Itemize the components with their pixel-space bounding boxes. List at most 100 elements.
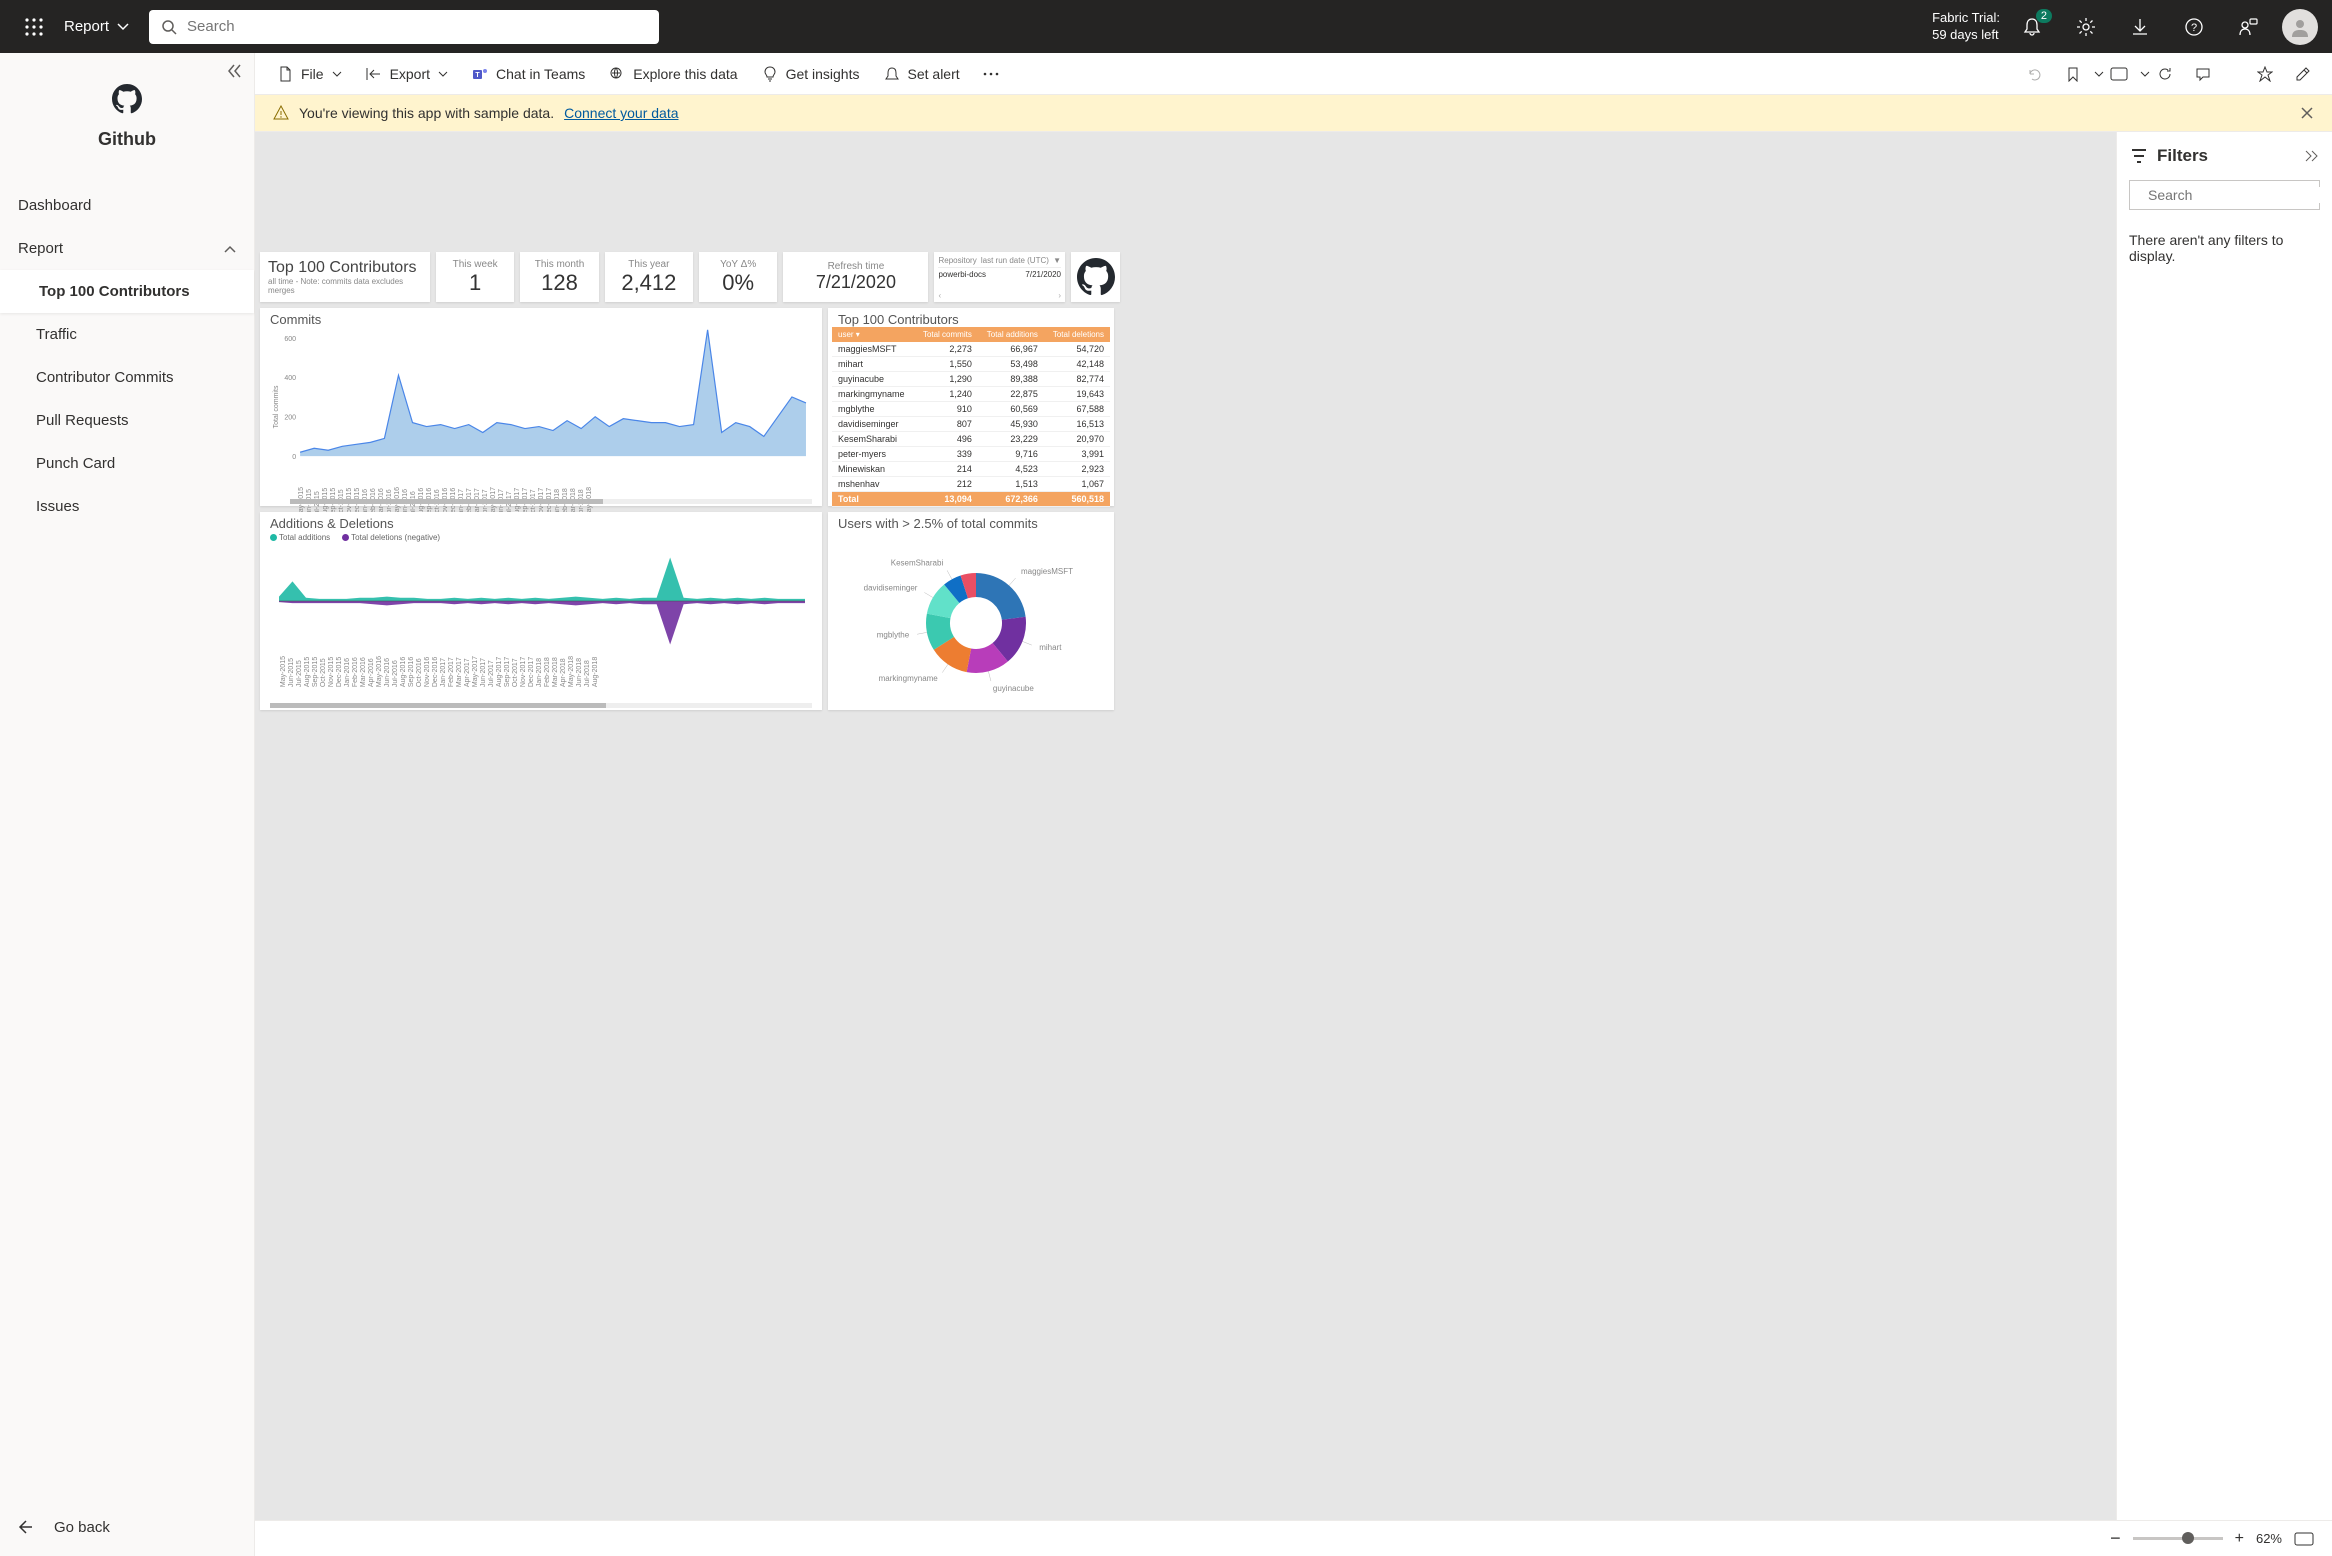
export-menu[interactable]: Export [356, 60, 458, 88]
global-search[interactable] [149, 10, 659, 44]
ad-legend: Total additions Total deletions (negativ… [270, 533, 812, 542]
kpi-refresh[interactable]: Refresh time7/21/2020 [783, 252, 928, 302]
content-area: File Export TChat in Teams Explore this … [255, 53, 2332, 1556]
report-title-card[interactable]: Top 100 Contributors all time - Note: co… [260, 252, 430, 302]
zoom-slider[interactable] [2133, 1537, 2223, 1540]
chat-teams-button[interactable]: TChat in Teams [462, 60, 595, 88]
pencil-icon [2295, 66, 2311, 82]
refresh-button[interactable] [2148, 57, 2182, 91]
lightbulb-icon [762, 66, 778, 82]
sidebar-item-dashboard[interactable]: Dashboard [0, 184, 254, 227]
chevron-down-icon [117, 21, 129, 33]
repo-info-card[interactable]: Repositorylast run date (UTC) ▼ powerbi-… [934, 252, 1065, 302]
person-icon [2289, 16, 2311, 38]
file-menu[interactable]: File [267, 60, 352, 88]
banner-text: You're viewing this app with sample data… [299, 105, 554, 121]
sidebar-item-top-100[interactable]: Top 100 Contributors [0, 270, 254, 313]
svg-text:KesemSharabi: KesemSharabi [891, 558, 944, 567]
view-button[interactable] [2102, 57, 2136, 91]
bookmark-button[interactable] [2056, 57, 2090, 91]
trial-status[interactable]: Fabric Trial: 59 days left [1932, 10, 2000, 43]
gear-icon [2076, 17, 2096, 37]
status-bar: − + 62% [255, 1520, 2332, 1556]
additions-deletions-chart[interactable]: Additions & Deletions Total additions To… [260, 512, 822, 710]
fit-page-button[interactable] [2294, 1532, 2314, 1546]
svg-text:Total commits: Total commits [273, 385, 280, 428]
github-logo-card[interactable] [1071, 252, 1120, 302]
workspace-dropdown[interactable]: Report [64, 18, 129, 35]
alert-button[interactable]: Set alert [874, 60, 970, 88]
filters-search-input[interactable] [2148, 187, 2329, 203]
search-input[interactable] [187, 18, 647, 35]
settings-button[interactable] [2066, 7, 2106, 47]
sidebar-item-issues[interactable]: Issues [0, 485, 254, 528]
filters-search[interactable] [2129, 180, 2320, 210]
github-icon [112, 84, 142, 114]
sidebar-item-traffic[interactable]: Traffic [0, 313, 254, 356]
favorite-button[interactable] [2248, 57, 2282, 91]
go-back-button[interactable]: Go back [0, 1498, 254, 1556]
account-avatar[interactable] [2282, 9, 2318, 45]
edit-button[interactable] [2286, 57, 2320, 91]
collapse-sidebar-button[interactable] [226, 63, 242, 79]
donut-chart[interactable]: Users with > 2.5% of total commits maggi… [828, 512, 1114, 710]
ad-x-axis: May-2015Jun-2015Jul-2015Aug-2015Sep-2015… [280, 656, 812, 687]
help-button[interactable]: ? [2174, 7, 2214, 47]
donut-svg: maggiesMSFTmihartguyinacubemarkingmyname… [838, 535, 1108, 705]
svg-text:mgblythe: mgblythe [877, 631, 910, 640]
octocat-icon [1077, 258, 1115, 296]
expand-filters-button[interactable] [2304, 149, 2318, 163]
comment-button[interactable] [2186, 57, 2220, 91]
undo-icon [2027, 66, 2043, 82]
kpi-this-month[interactable]: This month128 [520, 252, 598, 302]
app-logo [111, 83, 143, 115]
svg-text:davidiseminger: davidiseminger [864, 583, 918, 592]
undo-button[interactable] [2018, 57, 2052, 91]
commits-scrollbar[interactable] [290, 499, 603, 504]
filters-pane: Filters There aren't any filters to disp… [2116, 132, 2332, 1520]
banner-close-button[interactable] [2300, 106, 2314, 120]
view-icon [2110, 67, 2128, 81]
close-icon [2300, 106, 2314, 120]
kpi-yoy[interactable]: YoY Δ%0% [699, 252, 777, 302]
contributors-table[interactable]: Top 100 Contributors user ▾Total commits… [828, 308, 1114, 506]
workspace-label: Report [64, 18, 109, 35]
filter-icon [2131, 148, 2147, 164]
ad-area-chart [270, 546, 812, 656]
app-launcher-button[interactable] [14, 7, 54, 47]
ad-scrollbar[interactable] [270, 703, 606, 708]
help-icon: ? [2184, 17, 2204, 37]
sidebar-item-punch-card[interactable]: Punch Card [0, 442, 254, 485]
sidebar-item-contrib-commits[interactable]: Contributor Commits [0, 356, 254, 399]
notifications-button[interactable]: 2 [2012, 7, 2052, 47]
svg-text:600: 600 [284, 336, 296, 343]
sidebar-item-report[interactable]: Report [0, 227, 254, 270]
kpi-this-week[interactable]: This week1 [436, 252, 514, 302]
connect-data-link[interactable]: Connect your data [564, 105, 678, 121]
ad-title: Additions & Deletions [270, 516, 812, 531]
chevron-down-icon [438, 69, 448, 79]
zoom-out-button[interactable]: − [2110, 1528, 2121, 1549]
explore-button[interactable]: Explore this data [599, 60, 747, 88]
commits-chart[interactable]: Commits 0200400600Total commits May-2015… [260, 308, 822, 506]
explore-icon [609, 66, 625, 82]
svg-text:T: T [475, 72, 480, 79]
zoom-value: 62% [2256, 1531, 2282, 1546]
download-button[interactable] [2120, 7, 2160, 47]
zoom-in-button[interactable]: + [2235, 1530, 2244, 1548]
sample-data-banner: You're viewing this app with sample data… [255, 95, 2332, 132]
svg-text:maggiesMSFT: maggiesMSFT [1021, 567, 1073, 576]
svg-text:markingmyname: markingmyname [879, 674, 939, 683]
report-title: Top 100 Contributors [268, 259, 417, 277]
download-icon [2130, 17, 2150, 37]
report-canvas[interactable]: Top 100 Contributors all time - Note: co… [255, 132, 2116, 1520]
commits-title: Commits [270, 312, 812, 327]
kpi-this-year[interactable]: This year2,412 [605, 252, 693, 302]
warning-icon [273, 105, 289, 121]
sidebar-item-pull-requests[interactable]: Pull Requests [0, 399, 254, 442]
feedback-button[interactable] [2228, 7, 2268, 47]
more-options-button[interactable] [974, 57, 1008, 91]
svg-text:mihart: mihart [1039, 643, 1062, 652]
insights-button[interactable]: Get insights [752, 60, 870, 88]
contributors-data-table: user ▾Total commitsTotal additionsTotal … [832, 327, 1110, 507]
